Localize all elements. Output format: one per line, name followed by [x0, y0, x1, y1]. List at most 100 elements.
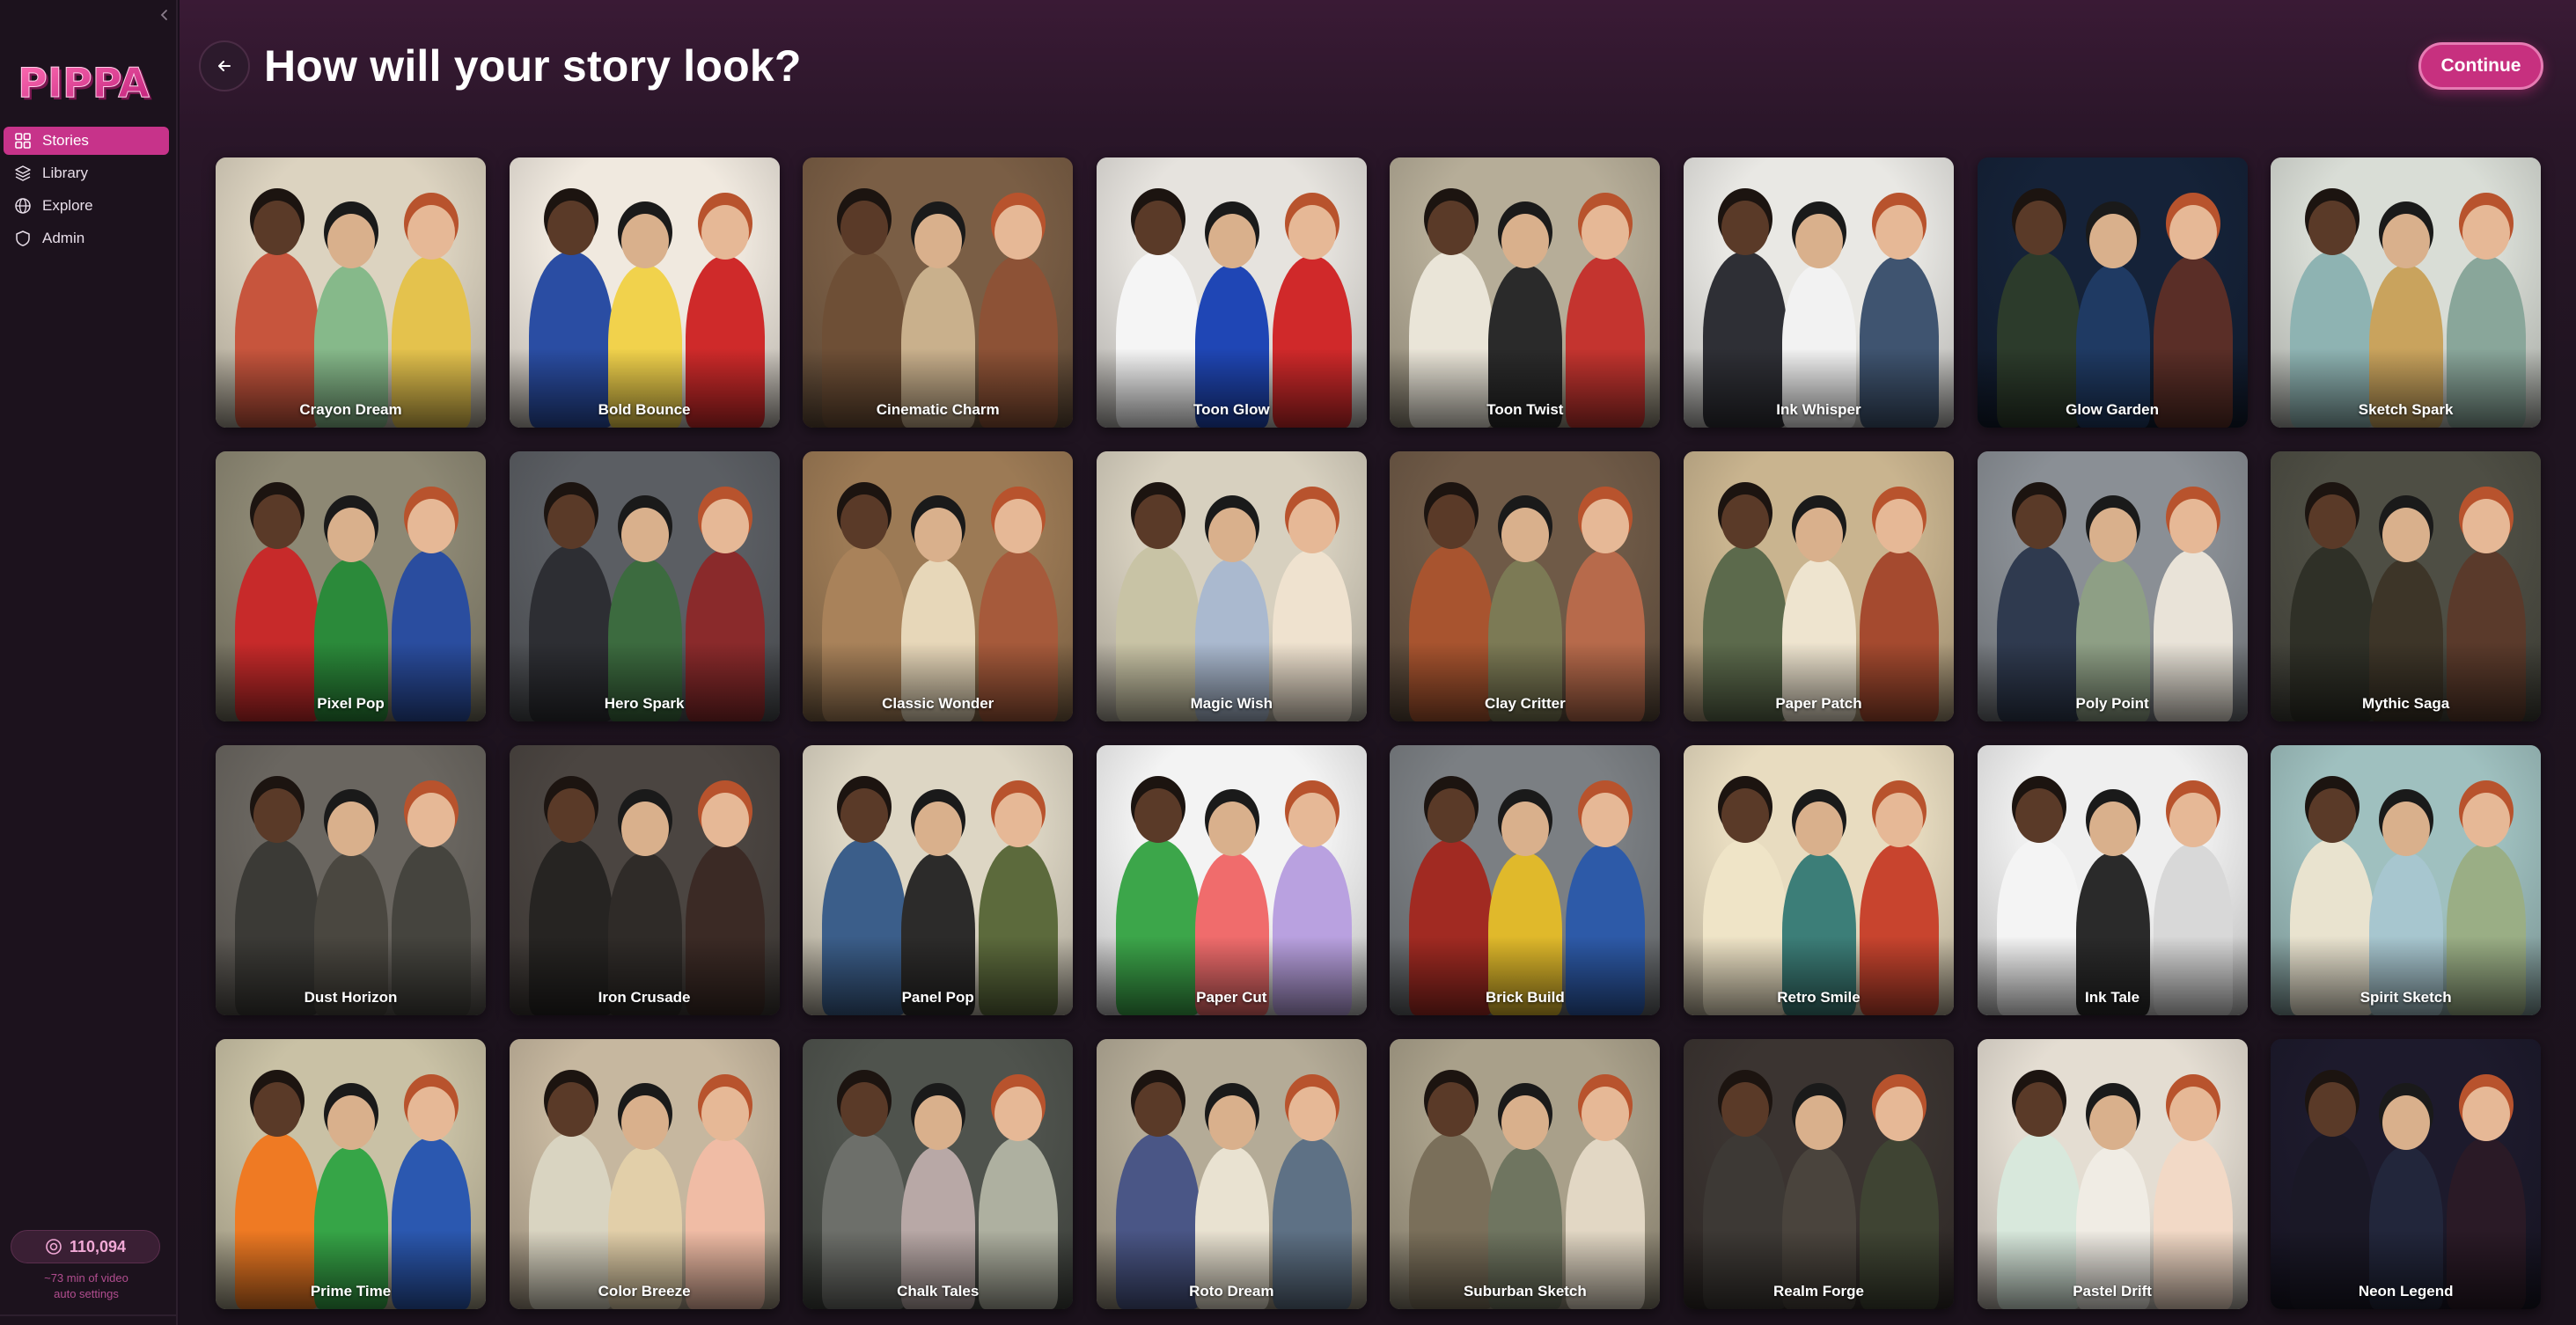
- style-card[interactable]: Ink Whisper: [1683, 157, 1954, 428]
- style-card[interactable]: Color Breeze: [509, 1039, 780, 1309]
- character-head: [2308, 494, 2357, 549]
- character-head: [2382, 508, 2431, 562]
- credits-badge[interactable]: 110,094: [11, 1230, 160, 1263]
- style-card[interactable]: Cinematic Charm: [803, 157, 1074, 428]
- sidebar-item-label: Admin: [42, 230, 85, 246]
- sidebar-item-explore[interactable]: Explore: [4, 192, 169, 220]
- style-card[interactable]: Brick Build: [1390, 745, 1661, 1015]
- style-card[interactable]: Hero Spark: [509, 451, 780, 721]
- style-card[interactable]: Spirit Sketch: [2271, 745, 2542, 1015]
- character-head: [2015, 1082, 2063, 1137]
- pippa-logo[interactable]: PIPPA PIPPA: [11, 55, 157, 111]
- character-head: [994, 205, 1043, 260]
- style-card[interactable]: Mythic Saga: [2271, 451, 2542, 721]
- style-card[interactable]: Magic Wish: [1096, 451, 1367, 721]
- style-card[interactable]: Clay Critter: [1390, 451, 1661, 721]
- character-head: [914, 214, 963, 268]
- sidebar-item-library[interactable]: Library: [4, 159, 169, 187]
- style-card-label: Bold Bounce: [598, 401, 691, 418]
- character-head: [2462, 499, 2511, 553]
- character-head: [1288, 205, 1336, 260]
- sidebar-item-label: Explore: [42, 197, 93, 214]
- style-card[interactable]: Crayon Dream: [216, 157, 486, 428]
- style-card[interactable]: Glow Garden: [1977, 157, 2248, 428]
- character-head: [1721, 201, 1769, 255]
- sidebar-item-label: Stories: [42, 132, 89, 149]
- continue-button[interactable]: Continue: [2418, 42, 2543, 90]
- style-card[interactable]: Toon Twist: [1390, 157, 1661, 428]
- style-card[interactable]: Roto Dream: [1096, 1039, 1367, 1309]
- character-head: [2088, 508, 2137, 562]
- chevron-left-icon: [160, 10, 167, 20]
- style-card-label: Prime Time: [310, 1283, 392, 1299]
- character-head: [620, 802, 669, 856]
- style-card-label: Panel Pop: [901, 989, 974, 1006]
- collapse-sidebar-button[interactable]: [155, 5, 174, 25]
- sidebar-item-stories[interactable]: Stories: [4, 127, 169, 155]
- style-card[interactable]: Paper Patch: [1683, 451, 1954, 721]
- style-card-label: Sketch Spark: [2358, 401, 2454, 418]
- sidebar: PIPPA PIPPA Stories Library Explore Admi…: [0, 0, 178, 1325]
- style-card-label: Neon Legend: [2358, 1283, 2454, 1299]
- sidebar-nav: Stories Library Explore Admin: [4, 127, 169, 257]
- character-head: [2088, 802, 2137, 856]
- credits-value: 110,094: [69, 1237, 127, 1255]
- character-head: [1582, 1087, 1630, 1141]
- back-button[interactable]: [199, 40, 250, 92]
- style-card[interactable]: Suburban Sketch: [1390, 1039, 1661, 1309]
- character-head: [701, 793, 749, 847]
- style-card[interactable]: Retro Smile: [1683, 745, 1954, 1015]
- style-card[interactable]: Pixel Pop: [216, 451, 486, 721]
- character-head: [914, 508, 963, 562]
- style-card[interactable]: Dust Horizon: [216, 745, 486, 1015]
- style-card[interactable]: Bold Bounce: [509, 157, 780, 428]
- character-head: [994, 793, 1043, 847]
- character-head: [1427, 1082, 1476, 1137]
- character-head: [1875, 205, 1923, 260]
- character-head: [407, 1087, 455, 1141]
- character-head: [1207, 1095, 1256, 1150]
- style-card[interactable]: Poly Point: [1977, 451, 2248, 721]
- style-card[interactable]: Iron Crusade: [509, 745, 780, 1015]
- sidebar-item-admin[interactable]: Admin: [4, 224, 169, 253]
- character-head: [2308, 1082, 2357, 1137]
- globe-icon: [15, 198, 31, 214]
- character-head: [327, 802, 375, 856]
- style-card-label: Magic Wish: [1190, 695, 1273, 712]
- style-card[interactable]: Realm Forge: [1683, 1039, 1954, 1309]
- style-card[interactable]: Chalk Tales: [803, 1039, 1074, 1309]
- divider: [0, 1314, 178, 1316]
- style-card[interactable]: Ink Tale: [1977, 745, 2248, 1015]
- style-card-label: Paper Patch: [1775, 695, 1862, 712]
- character-head: [1427, 494, 1476, 549]
- character-head: [1582, 499, 1630, 553]
- style-card[interactable]: Prime Time: [216, 1039, 486, 1309]
- page-title: How will your story look?: [264, 41, 802, 91]
- style-card[interactable]: Paper Cut: [1096, 745, 1367, 1015]
- character-head: [994, 499, 1043, 553]
- character-head: [2308, 788, 2357, 843]
- character-head: [2169, 499, 2217, 553]
- style-card-label: Classic Wonder: [882, 695, 994, 712]
- character-head: [1794, 508, 1843, 562]
- character-head: [1501, 508, 1550, 562]
- arrow-left-icon: [218, 61, 231, 71]
- shield-icon: [16, 231, 30, 246]
- character-head: [327, 214, 375, 268]
- style-card[interactable]: Panel Pop: [803, 745, 1074, 1015]
- style-card[interactable]: Pastel Drift: [1977, 1039, 2248, 1309]
- character-head: [1134, 494, 1182, 549]
- style-card[interactable]: Toon Glow: [1096, 157, 1367, 428]
- character-head: [1134, 1082, 1182, 1137]
- character-head: [407, 205, 455, 260]
- character-head: [701, 499, 749, 553]
- character-head: [1794, 802, 1843, 856]
- character-head: [2382, 802, 2431, 856]
- character-head: [620, 508, 669, 562]
- style-card[interactable]: Classic Wonder: [803, 451, 1074, 721]
- style-card-label: Pastel Drift: [2073, 1283, 2152, 1299]
- character-head: [2462, 205, 2511, 260]
- style-card[interactable]: Neon Legend: [2271, 1039, 2542, 1309]
- style-card[interactable]: Sketch Spark: [2271, 157, 2542, 428]
- character-head: [1582, 205, 1630, 260]
